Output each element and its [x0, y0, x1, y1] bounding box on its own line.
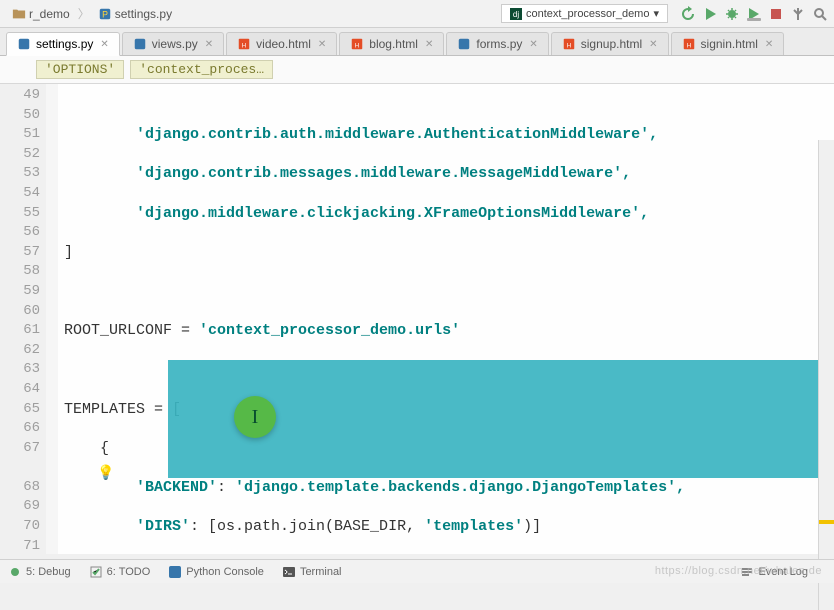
debug-icon: [8, 565, 22, 579]
code-editor[interactable]: 4950515253 5455565758 5960616263 6465666…: [0, 84, 834, 554]
debug-icon[interactable]: [724, 6, 740, 22]
close-icon[interactable]: ✕: [100, 39, 108, 50]
text-caret-indicator: I: [234, 396, 276, 438]
tool-todo[interactable]: 6: TODO: [89, 565, 151, 579]
tab-video-html[interactable]: H video.html ✕: [226, 32, 337, 55]
intention-bulb-icon[interactable]: 💡: [97, 464, 114, 481]
tool-debug[interactable]: 5: Debug: [8, 565, 71, 579]
close-icon[interactable]: ✕: [425, 39, 433, 50]
python-icon: P: [98, 7, 112, 21]
editor-tab-bar: settings.py ✕ views.py ✕ H video.html ✕ …: [0, 28, 834, 56]
todo-icon: [89, 565, 103, 579]
tab-label: views.py: [152, 37, 198, 51]
tab-signin-html[interactable]: H signin.html ✕: [671, 32, 785, 55]
code-structure-breadcrumb: 'OPTIONS' 'context_proces…: [0, 56, 834, 84]
close-icon[interactable]: ✕: [649, 39, 657, 50]
struct-crumb[interactable]: 'context_proces…: [130, 60, 273, 79]
tab-forms[interactable]: forms.py ✕: [446, 32, 548, 55]
line-number-gutter: 4950515253 5455565758 5960616263 6465666…: [0, 84, 46, 554]
html-icon: H: [237, 37, 251, 51]
warning-mark[interactable]: [819, 520, 834, 524]
run-icon[interactable]: [702, 6, 718, 22]
close-icon[interactable]: ✕: [318, 39, 326, 50]
tool-terminal[interactable]: Terminal: [282, 565, 342, 579]
tab-blog-html[interactable]: H blog.html ✕: [339, 32, 444, 55]
run-config-label: context_processor_demo: [526, 8, 650, 20]
tab-label: signin.html: [701, 37, 758, 51]
stop-icon[interactable]: [768, 6, 784, 22]
python-icon: [17, 37, 31, 51]
close-icon[interactable]: ✕: [765, 39, 773, 50]
html-icon: H: [562, 37, 576, 51]
tab-signup-html[interactable]: H signup.html ✕: [551, 32, 669, 55]
svg-text:H: H: [567, 43, 571, 50]
close-icon[interactable]: ✕: [529, 39, 537, 50]
tab-label: video.html: [256, 37, 311, 51]
tab-views[interactable]: views.py ✕: [122, 32, 224, 55]
svg-text:H: H: [242, 43, 246, 50]
breadcrumb: r_demo 〉 P settings.py: [6, 5, 501, 23]
run-config-dropdown[interactable]: dj context_processor_demo ▾: [501, 4, 668, 23]
svg-text:H: H: [355, 43, 359, 50]
folder-icon: [12, 7, 26, 21]
html-icon: H: [350, 37, 364, 51]
tab-label: blog.html: [369, 37, 418, 51]
breadcrumb-item-file[interactable]: P settings.py: [92, 5, 178, 23]
python-icon: [168, 565, 182, 579]
tab-label: signup.html: [581, 37, 642, 51]
svg-text:dj: dj: [513, 10, 519, 19]
code-area[interactable]: 'django.contrib.auth.middleware.Authenti…: [58, 84, 834, 554]
search-icon[interactable]: [812, 6, 828, 22]
chevron-right-icon: 〉: [78, 5, 90, 22]
python-icon: [133, 37, 147, 51]
svg-text:H: H: [686, 43, 690, 50]
run-with-coverage-icon[interactable]: [746, 6, 762, 22]
tab-label: settings.py: [36, 37, 93, 51]
top-toolbar: r_demo 〉 P settings.py dj context_proces…: [0, 0, 834, 28]
watermark: https://blog.csdn.net/whalen.de: [655, 565, 822, 577]
svg-text:P: P: [102, 9, 108, 19]
breadcrumb-label: r_demo: [29, 7, 70, 21]
breadcrumb-item-folder[interactable]: r_demo: [6, 5, 76, 23]
breadcrumb-label: settings.py: [115, 7, 172, 21]
tool-python-console[interactable]: Python Console: [168, 565, 264, 579]
close-icon[interactable]: ✕: [205, 39, 213, 50]
tab-label: forms.py: [476, 37, 522, 51]
error-stripe[interactable]: [818, 140, 834, 610]
vcs-icon[interactable]: [790, 6, 806, 22]
rerun-icon[interactable]: [680, 6, 696, 22]
django-icon: dj: [510, 8, 522, 20]
terminal-icon: [282, 565, 296, 579]
chevron-down-icon: ▾: [653, 7, 659, 20]
python-icon: [457, 37, 471, 51]
tab-settings[interactable]: settings.py ✕: [6, 32, 120, 56]
struct-crumb[interactable]: 'OPTIONS': [36, 60, 124, 79]
html-icon: H: [682, 37, 696, 51]
